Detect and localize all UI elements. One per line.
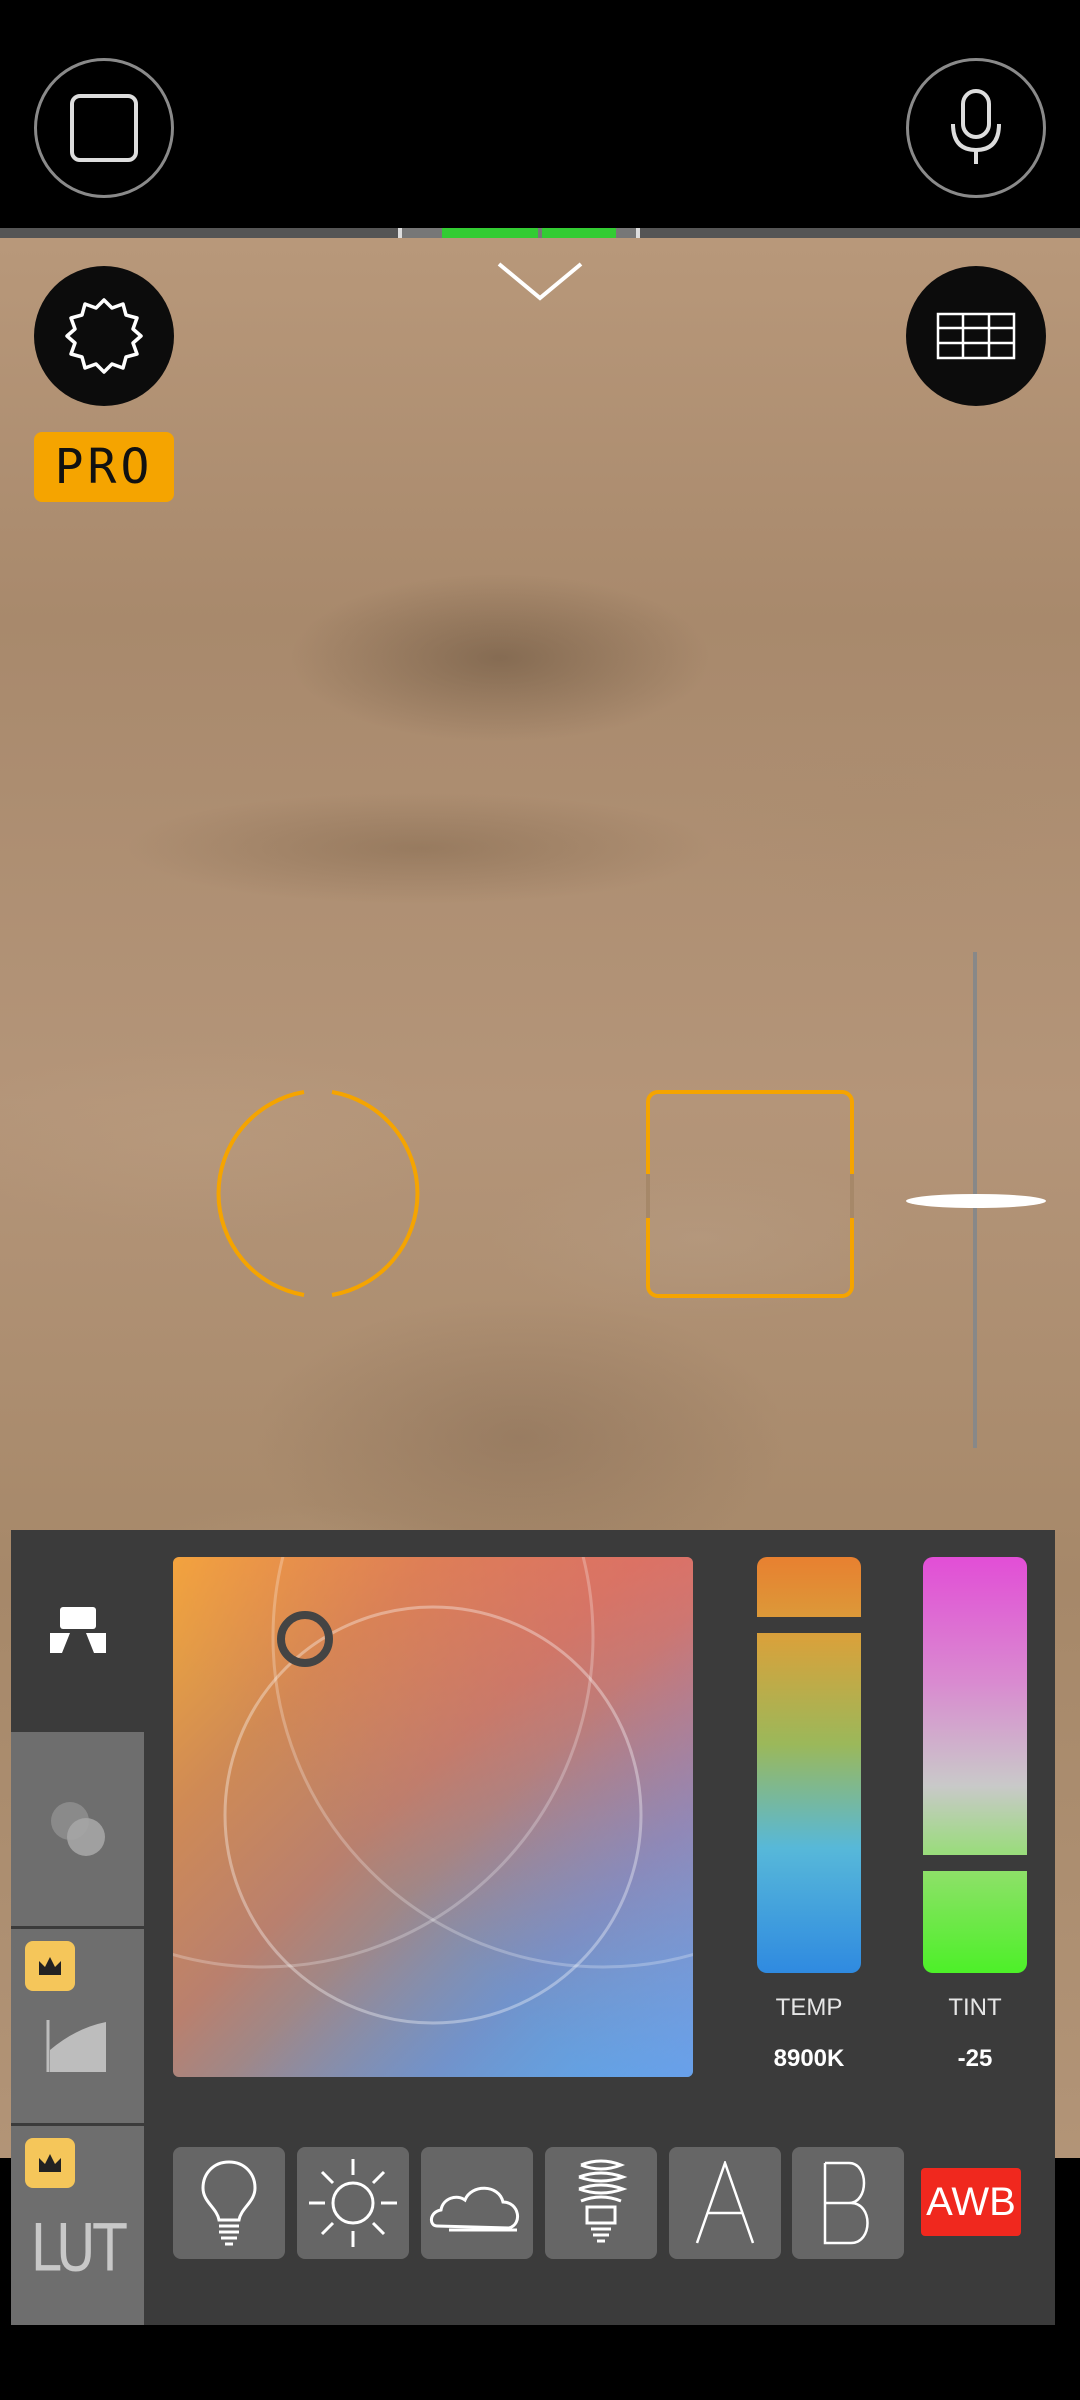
gear-icon xyxy=(65,298,143,374)
tint-value: -25 xyxy=(957,2045,993,2072)
custom-a-label xyxy=(695,2161,755,2244)
exposure-point-icon[interactable] xyxy=(212,1088,424,1300)
daylight-preset[interactable] xyxy=(297,2147,409,2259)
custom-b-preset[interactable]: B xyxy=(792,2147,904,2259)
curve-icon xyxy=(46,2020,106,2072)
grid-icon xyxy=(936,312,1016,360)
premium-crown-icon xyxy=(25,1941,75,1991)
incandescent-preset[interactable] xyxy=(173,2147,285,2259)
histogram-bar xyxy=(442,228,538,238)
curve-tab[interactable] xyxy=(11,1929,144,2123)
tint-slider[interactable] xyxy=(923,1557,1027,1973)
microphone-icon xyxy=(951,89,1001,164)
top-bar xyxy=(0,0,1080,235)
temp-slider-handle[interactable] xyxy=(757,1617,861,1633)
temp-value: 8900K xyxy=(773,2045,845,2072)
temp-label: TEMP xyxy=(775,1994,843,2021)
lut-icon: LUT xyxy=(30,2210,127,2287)
color-temperature-field[interactable] xyxy=(173,1557,693,2077)
lut-tab[interactable]: LUT xyxy=(11,2126,144,2325)
aspect-frame-icon xyxy=(70,94,138,162)
lightbulb-icon xyxy=(201,2160,257,2246)
premium-crown-icon xyxy=(25,2138,75,2188)
microphone-button[interactable] xyxy=(906,58,1046,198)
color-mix-tab[interactable] xyxy=(11,1732,144,1926)
focus-point[interactable] xyxy=(646,1090,854,1298)
awb-button[interactable]: AWB xyxy=(921,2168,1021,2236)
settings-button[interactable] xyxy=(34,266,174,406)
white-balance-tab[interactable] xyxy=(11,1530,144,1730)
cfl-bulb-icon xyxy=(578,2159,628,2243)
exposure-slider-handle[interactable] xyxy=(906,1194,1046,1208)
grid-button[interactable] xyxy=(906,266,1046,406)
tint-slider-handle[interactable] xyxy=(923,1855,1027,1871)
tint-label: TINT xyxy=(948,1994,1002,2021)
chevron-down-icon[interactable] xyxy=(495,260,585,305)
cloud-icon xyxy=(430,2186,519,2232)
histogram-bar xyxy=(542,228,616,238)
aspect-ratio-button[interactable] xyxy=(34,58,174,198)
custom-a-preset[interactable]: A xyxy=(669,2147,781,2259)
pro-badge[interactable]: PRO xyxy=(34,432,174,502)
fluorescent-preset[interactable] xyxy=(545,2147,657,2259)
temp-slider[interactable] xyxy=(757,1557,861,1973)
overlapping-circles-icon xyxy=(50,1802,105,1856)
custom-b-label xyxy=(823,2161,869,2245)
sun-icon xyxy=(309,2159,397,2247)
white-balance-icon xyxy=(49,1607,106,1653)
histogram-strip xyxy=(0,228,1080,238)
wb-picker-handle[interactable] xyxy=(277,1611,333,1667)
cloudy-preset[interactable] xyxy=(421,2147,533,2259)
